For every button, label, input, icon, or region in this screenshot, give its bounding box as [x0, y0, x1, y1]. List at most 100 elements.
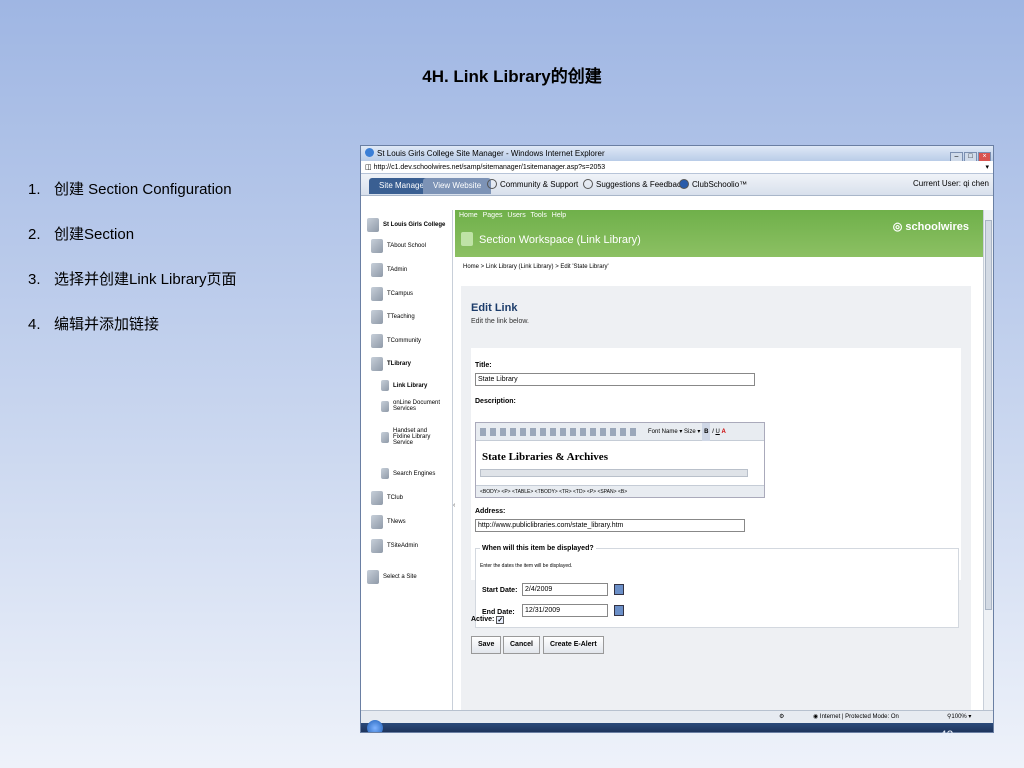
cancel-button[interactable]: Cancel: [503, 636, 540, 654]
page-icon: [371, 310, 383, 324]
tree-subitem[interactable]: onLine Document Services: [381, 400, 445, 412]
step-list: 1. 创建 Section Configuration 2. 创建Section 3…: [28, 178, 237, 358]
page-scrollbar[interactable]: [983, 210, 993, 710]
workspace-header: Home Pages Users Tools Help Section Work…: [455, 210, 985, 257]
tree-item[interactable]: TClub: [371, 491, 403, 505]
step-item: 4. 编辑并添加链接: [28, 313, 237, 358]
select-site-link[interactable]: Select a Site: [367, 570, 417, 584]
rich-text-editor[interactable]: Font Name ▾ Size ▾ B I U A State Librari…: [475, 422, 765, 498]
step-number: 3.: [28, 271, 41, 288]
editor-content[interactable]: State Libraries & Archives: [482, 451, 608, 463]
school-icon: [367, 218, 379, 232]
tree-item-label: onLine Document Services: [393, 400, 441, 412]
slide-number: 42: [940, 728, 954, 742]
italic-icon[interactable]: I: [712, 429, 714, 435]
step-text: 创建 Section Configuration: [54, 181, 232, 198]
tree-item-label: TClub: [387, 495, 404, 501]
page-icon: ◫: [365, 164, 374, 171]
ie-icon: [365, 148, 374, 157]
tree-item-label: Link Library: [393, 382, 428, 389]
tree-root[interactable]: St Louis Girls College: [367, 218, 445, 232]
tree-item-label: TLibrary: [387, 361, 412, 367]
save-button[interactable]: Save: [471, 636, 502, 654]
tab-view-website[interactable]: View Website: [423, 178, 492, 194]
start-date-label: Start Date:: [482, 587, 518, 594]
step-text: 选择并创建Link Library页面: [54, 271, 237, 288]
tree-item-label: TNews: [387, 519, 406, 525]
display-description: Enter the dates the item will be display…: [480, 563, 573, 569]
tree-item-tlibrary[interactable]: TLibrary: [371, 357, 411, 371]
chevron-down-icon[interactable]: ▾: [985, 161, 989, 174]
status-text: Internet | Protected Mode: On: [819, 714, 899, 720]
calendar-icon[interactable]: [614, 584, 624, 595]
speech-bubble-icon: [583, 179, 593, 189]
end-date-label: End Date:: [482, 609, 515, 616]
calendar-icon[interactable]: [614, 605, 624, 616]
underline-icon[interactable]: U: [715, 429, 719, 435]
end-date-input[interactable]: 12/31/2009: [522, 604, 608, 617]
page-icon: [381, 468, 389, 479]
active-label-text: Active:: [471, 616, 495, 623]
tree-item[interactable]: TNews: [371, 515, 406, 529]
suggestions-label: Suggestions & Feedback: [596, 180, 685, 189]
tree-root-label: St Louis Girls College: [383, 222, 446, 228]
clubschoolio-link[interactable]: ClubSchoolio™: [679, 179, 747, 191]
page-icon: [371, 515, 383, 529]
tree-item-label: TAdmin: [387, 267, 408, 273]
font-color-icon[interactable]: A: [721, 429, 725, 435]
create-e-alert-button[interactable]: Create E-Alert: [543, 636, 604, 654]
page-icon: [371, 357, 383, 371]
address-bar[interactable]: ◫ http://c1.dev.schoolwires.net/samp/sit…: [361, 161, 993, 174]
font-size-select[interactable]: Size: [684, 429, 696, 435]
breadcrumb[interactable]: Home > Link Library (Link Library) > Edi…: [463, 264, 609, 270]
main-content: Home Pages Users Tools Help Section Work…: [455, 210, 985, 710]
page-icon: [381, 380, 389, 391]
tree-item[interactable]: TAbout School: [371, 239, 426, 253]
tree-item[interactable]: TTeaching: [371, 310, 415, 324]
title-input[interactable]: State Library: [475, 373, 755, 386]
page-icon: [371, 287, 383, 301]
community-support-link[interactable]: Community & Support: [487, 179, 578, 191]
page-icon: [371, 334, 383, 348]
editor-scrollbar[interactable]: [480, 469, 748, 477]
page-icon: [371, 491, 383, 505]
site-tree-sidebar: St Louis Girls College TAbout School TAd…: [361, 210, 455, 710]
tree-item-label: TTeaching: [387, 314, 415, 320]
tree-item[interactable]: TCommunity: [371, 334, 421, 348]
suggestions-link[interactable]: Suggestions & Feedback: [583, 179, 685, 191]
tree-subitem-link-library[interactable]: Link Library: [381, 380, 427, 391]
zoom-level[interactable]: ⚲100% ▾: [947, 711, 971, 723]
editor-tool-icons[interactable]: [480, 428, 640, 436]
bold-icon[interactable]: B: [702, 423, 711, 441]
tree-item[interactable]: TAdmin: [371, 263, 407, 277]
start-icon[interactable]: [367, 720, 383, 732]
window-title: St Louis Girls College Site Manager - Wi…: [377, 149, 605, 158]
step-text: 编辑并添加链接: [54, 316, 160, 333]
tree-item[interactable]: TSiteAdmin: [371, 539, 418, 553]
tree-item-label: TSiteAdmin: [387, 543, 419, 549]
window-titlebar: St Louis Girls College Site Manager - Wi…: [361, 146, 993, 162]
scrollbar-thumb[interactable]: [985, 220, 992, 610]
tree-subitem[interactable]: Search Engines: [381, 468, 435, 479]
workspace-icon: [461, 232, 473, 246]
step-text: 创建Section: [54, 226, 135, 243]
schoolwires-logo: ◎ schoolwires: [892, 221, 969, 233]
tree-subitem[interactable]: Handset and Fixline Library Service: [381, 428, 445, 446]
active-checkbox[interactable]: ✓: [496, 616, 505, 624]
start-date-input[interactable]: 2/4/2009: [522, 583, 608, 596]
page-icon: [381, 400, 389, 412]
lifebuoy-icon: [487, 179, 497, 189]
top-nav[interactable]: Home Pages Users Tools Help: [459, 212, 566, 219]
font-name-select[interactable]: Font Name: [648, 429, 678, 435]
taskbar: [361, 720, 993, 732]
community-support-label: Community & Support: [500, 180, 579, 189]
status-bar: ⚙ ◉ Internet | Protected Mode: On ⚲100% …: [361, 710, 993, 723]
tree-item[interactable]: TCampus: [371, 287, 413, 301]
editor-format-controls: Font Name ▾ Size ▾ B I U A: [648, 423, 726, 441]
globe-icon: [367, 570, 379, 584]
tree-item-label: Search Engines: [393, 470, 436, 477]
step-item: 1. 创建 Section Configuration: [28, 178, 237, 223]
address-input[interactable]: http://www.publiclibraries.com/state_lib…: [475, 519, 745, 532]
address-label: Address:: [475, 508, 506, 515]
clubschoolio-label: ClubSchoolio™: [692, 180, 748, 189]
